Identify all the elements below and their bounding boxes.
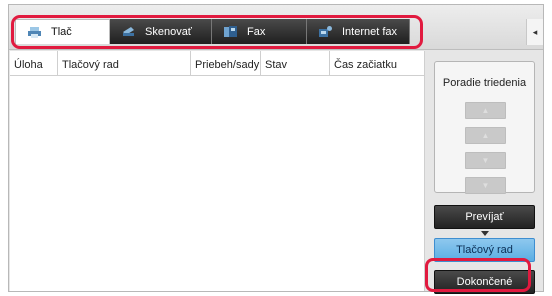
- sort-down-button[interactable]: ▼: [465, 152, 506, 169]
- double-down-icon: ▼: [481, 181, 490, 190]
- tab-internet-fax-label: Internet fax: [342, 25, 398, 38]
- sort-order-title: Poradie triedenia: [442, 77, 527, 89]
- column-header-status[interactable]: Stav: [261, 51, 330, 75]
- job-list-header: Úloha Tlačový rad Priebeh/sady Stav Čas …: [10, 51, 424, 76]
- column-header-progress[interactable]: Priebeh/sady: [191, 51, 261, 75]
- column-header-print-queue[interactable]: Tlačový rad: [58, 51, 191, 75]
- collapse-panel-button[interactable]: ◂: [526, 19, 543, 45]
- tab-scan[interactable]: Skenovať: [110, 19, 212, 44]
- printer-icon: [28, 26, 41, 38]
- sort-up-button[interactable]: ▲: [465, 127, 506, 144]
- sort-order-panel: Poradie triedenia ▲ ▲ ▼ ▼: [434, 61, 535, 194]
- sort-top-button[interactable]: ▲: [465, 102, 506, 119]
- tab-print-label: Tlač: [51, 26, 72, 38]
- tab-print[interactable]: Tlač: [15, 19, 110, 44]
- tab-scan-label: Skenovať: [145, 25, 192, 38]
- column-header-start-time[interactable]: Čas začiatku: [330, 51, 424, 75]
- override-button[interactable]: Prevíjať: [434, 205, 535, 229]
- scanner-icon: [122, 26, 135, 37]
- job-list-table: Úloha Tlačový rad Priebeh/sady Stav Čas …: [10, 51, 425, 291]
- tab-internet-fax[interactable]: Internet fax: [307, 19, 410, 44]
- sort-bottom-button[interactable]: ▼: [465, 177, 506, 194]
- selection-pointer-icon: [481, 231, 489, 236]
- job-type-tab-bar: Tlač Skenovať Fax Internet fax ◂: [9, 5, 543, 50]
- up-icon: ▲: [481, 131, 490, 140]
- job-type-tabs: Tlač Skenovať Fax Internet fax: [15, 19, 410, 44]
- fax-icon: [224, 26, 237, 37]
- double-up-icon: ▲: [481, 106, 490, 115]
- tab-fax-label: Fax: [247, 25, 266, 38]
- column-header-job[interactable]: Úloha: [10, 51, 58, 75]
- completed-button[interactable]: Dokončené: [434, 270, 535, 294]
- job-status-window: Tlač Skenovať Fax Internet fax ◂ Úloha T…: [8, 4, 544, 294]
- print-queue-button[interactable]: Tlačový rad: [434, 238, 535, 262]
- internet-fax-icon: [319, 26, 332, 37]
- down-icon: ▼: [481, 156, 490, 165]
- chevron-left-icon: ◂: [532, 26, 538, 37]
- tab-fax[interactable]: Fax: [212, 19, 307, 44]
